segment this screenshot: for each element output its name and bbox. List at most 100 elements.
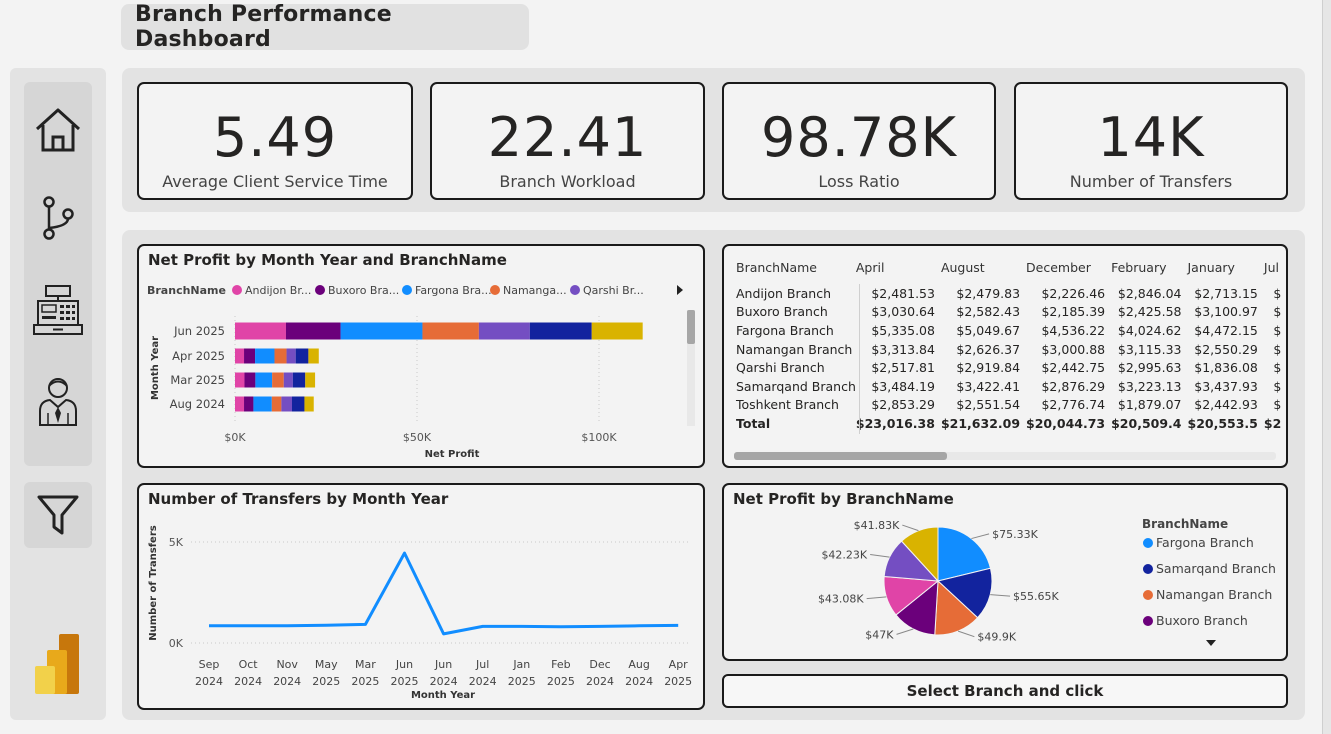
line-chart[interactable]: 0K 5K Sep 2024 Oct 2024 Nov 2024 May 2025 Mar 2025… [139,485,703,708]
x-axis-title: Month Year [411,690,475,701]
table-cell: $2 [1263,415,1282,431]
leader-line [870,554,890,558]
table-cell: $5,049.67 [956,322,1021,338]
bar-segment[interactable] [235,396,245,412]
home-icon [35,108,81,152]
bar-segment[interactable] [340,322,423,340]
bar-segment[interactable] [235,348,245,364]
table-row[interactable]: Fargona Branch $5,335.08 $5,049.67 $4,536.2… [736,321,1286,340]
table-cell: $2,185.39 [1041,304,1106,320]
series-line[interactable] [209,551,679,636]
column-header[interactable]: December [1026,256,1111,284]
nav-cash-register-button[interactable] [24,274,92,346]
bar-segment[interactable] [235,322,286,340]
data-label: $43.08K [818,593,864,606]
y-tick-label: Jun 2025 [173,324,225,338]
column-header[interactable]: BranchName [736,256,856,284]
bar-chart[interactable]: BranchName Andijon Br... Buxoro Bra... Far… [139,246,703,466]
pie-chart[interactable]: $75.33K $55.65K $49.9K $47K $43.08K $42.23K $4… [724,485,1286,659]
bar-segment[interactable] [274,348,287,364]
x-tick-label: Oct [239,658,259,671]
kpi-value: 22.41 [487,106,648,169]
column-header[interactable]: February [1111,256,1187,284]
legend-label: Samarqand Branch [1156,561,1276,576]
horizontal-scrollbar-thumb[interactable] [734,452,947,460]
table-cell: $2,853.29 [871,397,935,413]
nav-employee-button[interactable] [24,366,92,438]
x-tick-label: 2025 [664,675,692,688]
bar-segment[interactable] [244,396,254,412]
bar-segment[interactable] [422,322,479,340]
table-cell: $2,442.93 [1194,397,1258,413]
bar-segment[interactable] [271,396,282,412]
bar-segment[interactable] [308,348,319,364]
scrollbar-thumb[interactable] [687,310,695,344]
table-row[interactable]: Toshkent Branch $2,853.29 $2,551.54 $2,776.… [736,396,1286,415]
x-tick-label: Dec [589,658,610,671]
bar-segment[interactable] [281,396,292,412]
bar-segment[interactable] [529,322,592,340]
bar-segment[interactable] [235,372,245,388]
bar-segment[interactable] [255,348,275,364]
bar-segment[interactable] [295,348,309,364]
bar-segment[interactable] [292,372,306,388]
bar-segment[interactable] [283,372,293,388]
bar-segment[interactable] [591,322,643,340]
table-row[interactable]: Andijon Branch $2,481.53 $2,479.83 $2,226.4… [736,284,1286,303]
bar-segment[interactable] [244,372,256,388]
x-tick-label: Jun [395,658,413,671]
chart-legend[interactable]: Fargona Branch Samarqand Branch Namangan B… [1143,535,1276,628]
table-cell: $ [1273,360,1282,376]
bar-segment[interactable] [305,372,316,388]
chart-legend[interactable]: Andijon Br... Buxoro Bra... Fargona Bra...… [232,284,644,297]
table-cell: $ [1273,304,1282,320]
legend-next-arrow-icon[interactable] [677,285,683,295]
column-header[interactable]: January [1188,256,1264,284]
table-row[interactable]: Qarshi Branch $2,517.81 $2,919.84 $2,442.75… [736,358,1286,377]
x-tick-label: 2025 [547,675,575,688]
filter-button[interactable] [24,482,92,548]
legend-label: Qarshi Br... [583,284,644,297]
table-cell: $2,919.84 [956,360,1021,376]
select-branch-button[interactable]: Select Branch and click [722,674,1288,708]
x-tick-label: Apr [669,658,689,671]
kpi-label: Branch Workload [499,172,636,191]
table-cell: $3,030.64 [871,304,935,320]
nav-home-button[interactable] [24,94,92,166]
row-label: Fargona Branch [736,322,834,338]
bar-segment[interactable] [244,348,256,364]
bar-segment[interactable] [304,396,314,412]
bar-segment[interactable] [286,348,296,364]
bar-segment[interactable] [272,372,284,388]
column-header[interactable]: April [856,256,941,284]
x-tick-label: $100K [581,431,617,444]
pie-slices[interactable] [883,526,993,636]
bar-segment[interactable] [478,322,530,340]
legend-more-arrow-icon[interactable] [1206,640,1216,646]
legend-label: Andijon Br... [245,284,311,297]
table-cell: $2,776.74 [1041,397,1106,413]
table-row[interactable]: Samarqand Branch $3,484.19 $3,422.41 $2,876… [736,377,1286,396]
table-cell: $20,044.73 [1026,415,1106,431]
table-row[interactable]: Buxoro Branch $3,030.64 $2,582.43 $2,185.39… [736,303,1286,322]
column-header[interactable]: Jul [1264,256,1286,284]
legend-marker [570,285,580,295]
x-tick-label: Jan [512,658,530,671]
bar-segment[interactable] [291,396,305,412]
x-tick-label: 2024 [234,675,262,688]
table-row[interactable]: Namangan Branch $3,313.84 $2,626.37 $3,000.… [736,340,1286,359]
x-tick-label: 2025 [391,675,419,688]
column-header[interactable]: August [941,256,1026,284]
nav-branch-button[interactable] [24,182,92,254]
x-tick-label: 2025 [351,675,379,688]
data-label: $55.65K [1013,590,1059,603]
table-cell: $20,509.4 [1111,415,1182,431]
y-tick-label: Apr 2025 [172,349,225,363]
total-row[interactable]: Total $23,016.38 $21,632.09 $20,044.73 $20,5… [736,414,1286,433]
filter-icon [37,495,79,535]
x-tick-label: 2024 [195,675,223,688]
x-tick-label: Feb [551,658,570,671]
bar-segment[interactable] [285,322,341,340]
bar-segment[interactable] [253,396,272,412]
bar-segment[interactable] [255,372,273,388]
